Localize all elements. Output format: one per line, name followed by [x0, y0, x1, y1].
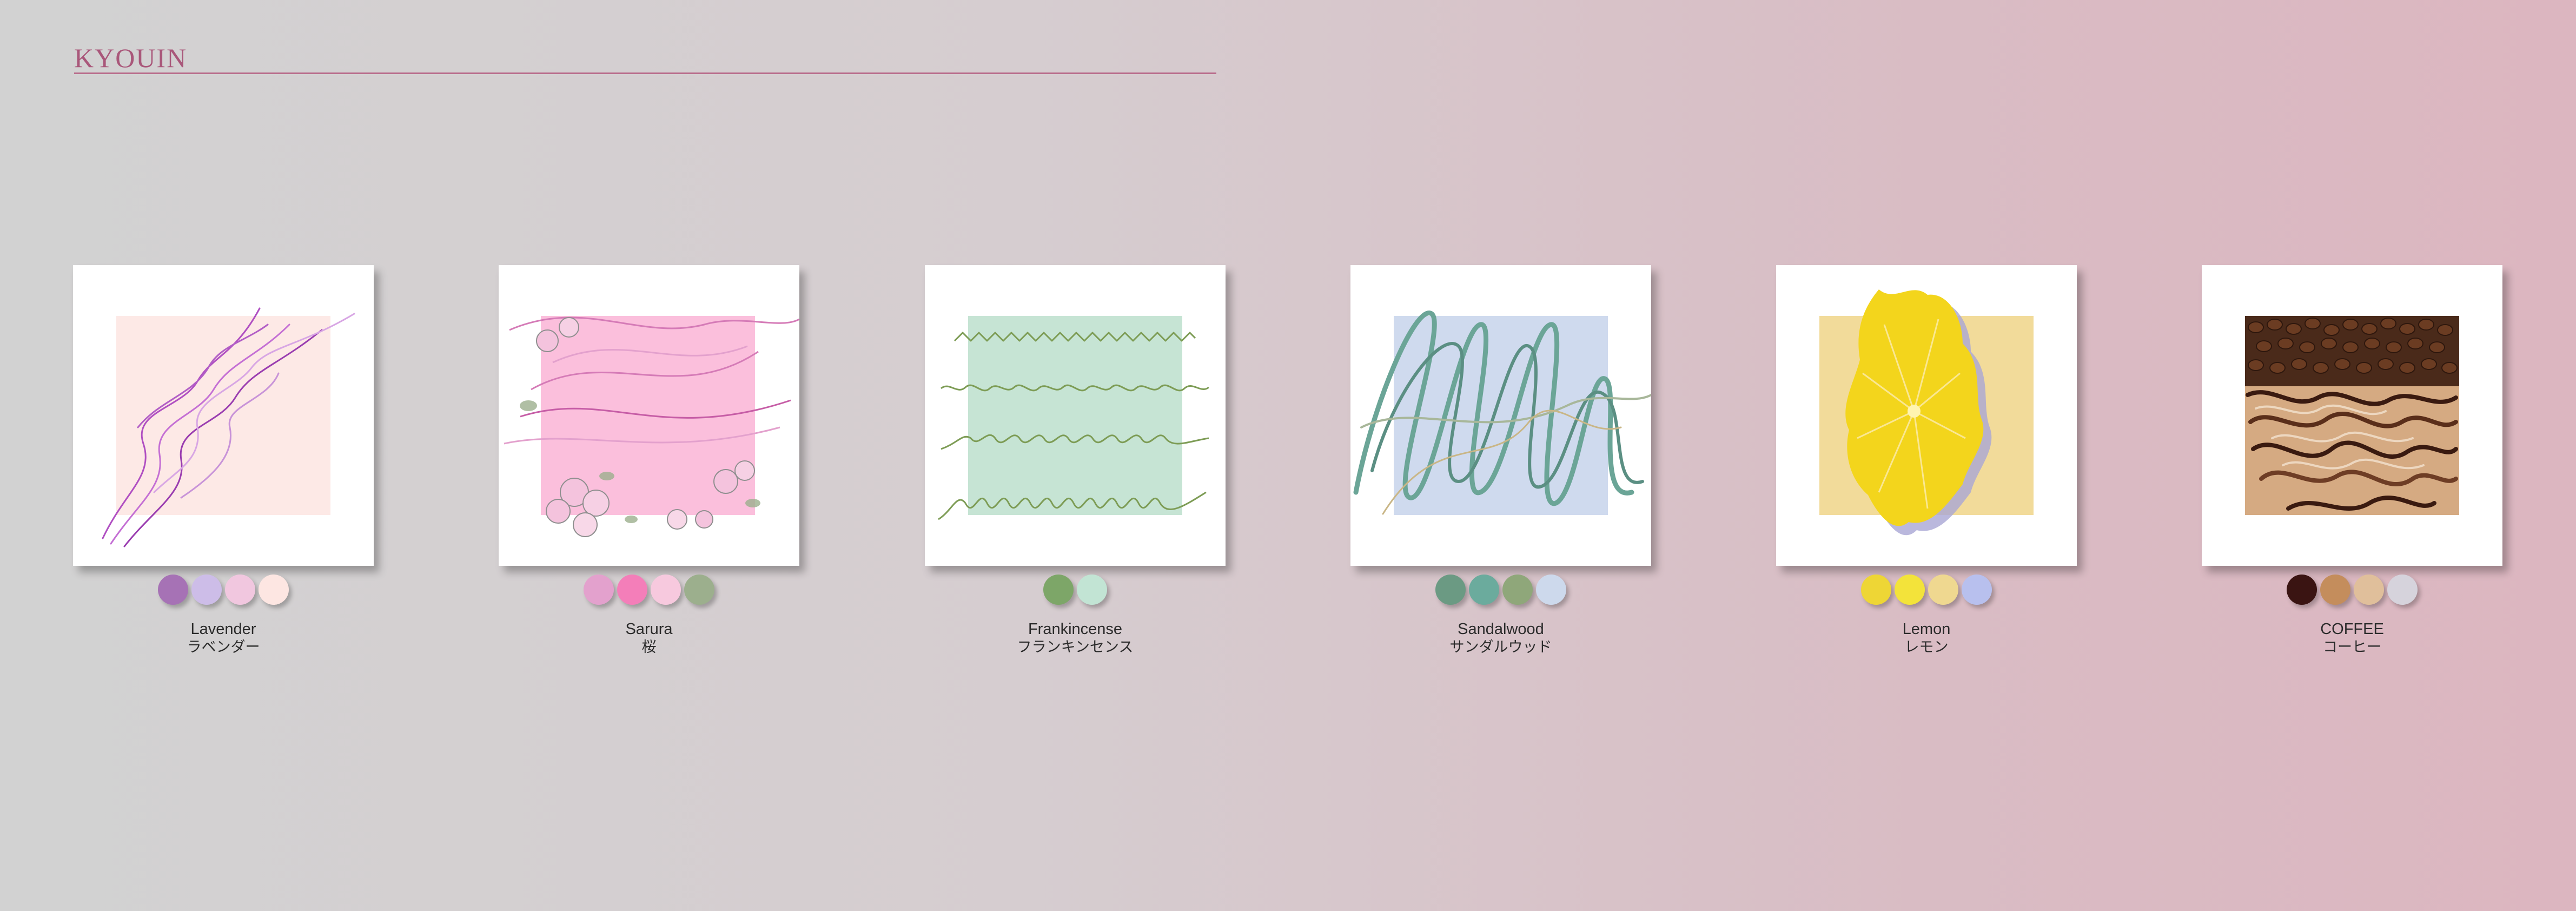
scent-name-ja: コーヒー: [2323, 639, 2381, 656]
color-swatch: [617, 575, 647, 605]
scent-card-sandalwood[interactable]: [1350, 265, 1651, 566]
sakura-artwork: [504, 316, 799, 537]
scent-card-lemon[interactable]: [1776, 265, 2077, 566]
sandalwood-artwork: [1353, 311, 1651, 515]
label-lemon: Lemon レモン: [1776, 620, 2077, 657]
color-swatch: [1043, 575, 1074, 605]
scent-name: Sarura: [625, 620, 673, 638]
color-swatch: [1536, 575, 1566, 605]
palette-lavender: [73, 575, 374, 607]
scent-card-frankincense[interactable]: [925, 265, 1226, 566]
palette-sandalwood: [1350, 575, 1651, 607]
label-frankincense: Frankincense フランキンセンス: [925, 620, 1226, 657]
color-swatch: [684, 575, 714, 605]
palette-frankincense: [925, 575, 1226, 607]
lemon-artwork: [1819, 289, 2034, 536]
color-swatch: [1895, 575, 1925, 605]
color-swatch: [1077, 575, 1107, 605]
label-lavender: Lavender ラベンダー: [73, 620, 374, 657]
scent-name: Sandalwood: [1458, 620, 1544, 638]
scent-name-ja: ラベンダー: [187, 639, 260, 656]
color-swatch: [1962, 575, 1992, 605]
color-swatch: [2320, 575, 2350, 605]
header-divider: [74, 72, 1216, 74]
scent-name-ja: 桜: [641, 639, 657, 656]
brand-title: KYOUIN: [74, 43, 188, 73]
scent-card-lavender[interactable]: [73, 265, 374, 566]
color-swatch: [651, 575, 681, 605]
scent-card-coffee[interactable]: [2202, 265, 2502, 566]
color-swatch: [158, 575, 188, 605]
scent-name-ja: サンダルウッド: [1449, 639, 1552, 656]
scent-name: COFFEE: [2320, 620, 2384, 638]
color-swatch: [1502, 575, 1533, 605]
color-swatch: [2387, 575, 2418, 605]
lavender-artwork: [102, 307, 355, 547]
label-coffee: COFFEE コーヒー: [2202, 620, 2502, 657]
label-sarura: Sarura 桜: [499, 620, 799, 657]
frankincense-artwork: [938, 316, 1209, 520]
palette-lemon: [1776, 575, 2077, 607]
color-swatch: [259, 575, 289, 605]
color-swatch: [584, 575, 614, 605]
scent-name: Frankincense: [1028, 620, 1123, 638]
scent-name-ja: レモン: [1904, 639, 1949, 656]
scent-name: Lavender: [190, 620, 256, 638]
color-swatch: [191, 575, 222, 605]
color-swatch: [1469, 575, 1499, 605]
color-swatch: [1435, 575, 1466, 605]
scent-name: Lemon: [1902, 620, 1951, 638]
color-square: [968, 316, 1182, 515]
color-swatch: [2354, 575, 2384, 605]
color-square: [1394, 316, 1608, 515]
color-swatch: [1861, 575, 1891, 605]
palette-sarura: [499, 575, 799, 607]
coffee-artwork: [2245, 316, 2459, 515]
label-sandalwood: Sandalwood サンダルウッド: [1350, 620, 1651, 657]
scent-card-sarura[interactable]: [499, 265, 799, 566]
color-swatch: [2287, 575, 2317, 605]
color-swatch: [225, 575, 255, 605]
color-swatch: [1928, 575, 1958, 605]
palette-coffee: [2202, 575, 2502, 607]
scent-name-ja: フランキンセンス: [1017, 639, 1134, 656]
